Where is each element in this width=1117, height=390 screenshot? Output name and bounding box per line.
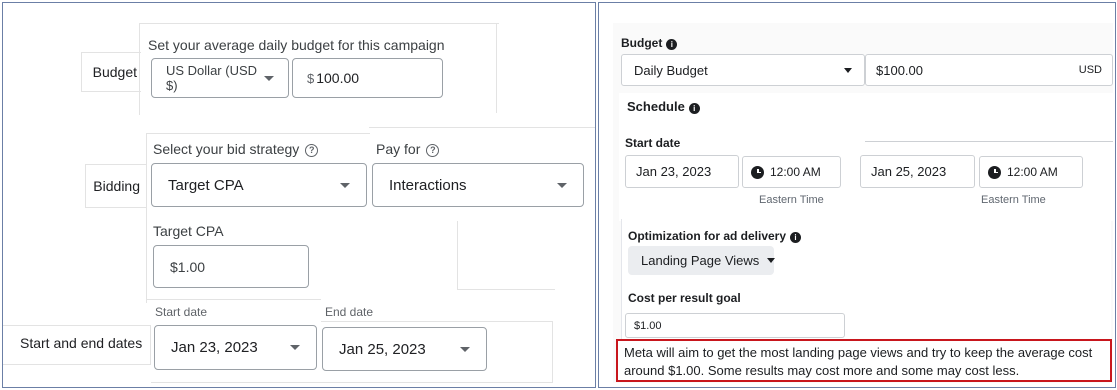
end-date-input[interactable]: Jan 25, 2023 — [860, 155, 975, 188]
end-time-value: 12:00 AM — [1007, 165, 1058, 179]
budget-heading: Set your average daily budget for this c… — [148, 37, 445, 53]
divider — [369, 127, 595, 128]
currency-code: USD — [1078, 64, 1102, 76]
divider — [146, 133, 147, 303]
divider — [150, 325, 151, 365]
start-date-value: Jan 23, 2023 — [171, 339, 258, 356]
divider — [321, 321, 553, 322]
bidding-row-label: Bidding — [93, 178, 140, 194]
divider — [85, 207, 147, 208]
divider — [139, 23, 499, 24]
divider — [81, 91, 141, 92]
meta-ads-panel: Budget i Daily Budget $100.00 USD Schedul… — [598, 2, 1116, 388]
target-cpa-value: $1.00 — [170, 258, 206, 275]
google-ads-panel: Budget Set your average daily budget for… — [2, 2, 596, 388]
chevron-down-icon — [460, 346, 470, 352]
divider — [139, 23, 140, 115]
target-cpa-label: Target CPA — [153, 223, 224, 239]
divider — [865, 141, 1113, 142]
divider — [151, 382, 553, 383]
chevron-down-icon — [290, 345, 300, 350]
divider — [496, 23, 497, 113]
start-time-value: 12:00 AM — [770, 165, 821, 179]
delivery-notice-text: Meta will aim to get the most landing pa… — [624, 345, 1093, 378]
divider — [81, 52, 141, 53]
divider — [3, 325, 151, 326]
chevron-down-icon — [340, 182, 350, 188]
budget-amount-value: $100.00 — [876, 62, 923, 78]
info-icon[interactable]: i — [790, 232, 802, 243]
cost-goal-value: $1.00 — [634, 319, 662, 332]
divider — [146, 133, 370, 134]
clock-icon — [751, 165, 764, 179]
chevron-down-icon — [767, 258, 776, 263]
start-date-heading: Start date — [625, 136, 681, 150]
end-date-dropdown[interactable]: Jan 25, 2023 — [322, 327, 487, 371]
budget-amount-value: 100.00 — [316, 70, 360, 86]
budget-amount-input[interactable]: $100.00 USD — [865, 54, 1113, 86]
start-timezone: Eastern Time — [759, 194, 824, 206]
cost-goal-input[interactable]: $1.00 — [625, 313, 845, 338]
clock-icon — [988, 165, 1001, 179]
currency-value: US Dollar (USD $) — [166, 63, 258, 93]
optimization-value: Landing Page Views — [641, 253, 760, 268]
dates-row-label: Start and end dates — [20, 335, 143, 351]
end-date-label: End date — [325, 305, 374, 319]
start-time-input[interactable]: 12:00 AM — [742, 156, 841, 188]
divider — [147, 299, 321, 300]
divider — [81, 52, 82, 92]
help-icon[interactable]: ? — [426, 144, 440, 157]
end-date-value: Jan 25, 2023 — [871, 164, 947, 179]
budget-type-value: Daily Budget — [634, 62, 708, 78]
help-icon[interactable]: ? — [305, 144, 319, 157]
start-date-dropdown[interactable]: Jan 23, 2023 — [154, 325, 317, 370]
bid-strategy-dropdown[interactable]: Target CPA — [151, 163, 367, 207]
target-cpa-input[interactable]: $1.00 — [153, 245, 309, 288]
bid-strategy-heading: Select your bid strategy? — [153, 141, 319, 157]
cost-goal-heading: Cost per result goal — [628, 291, 741, 305]
info-icon[interactable]: i — [688, 103, 700, 114]
divider — [85, 164, 86, 208]
chevron-down-icon — [844, 67, 852, 73]
delivery-notice: Meta will aim to get the most landing pa… — [616, 339, 1112, 382]
divider — [457, 289, 555, 290]
budget-amount-input[interactable]: $ 100.00 — [292, 58, 443, 98]
currency-symbol: $ — [307, 70, 315, 86]
optimization-heading: Optimization for ad delivery i — [628, 229, 802, 243]
start-date-label: Start date — [155, 305, 208, 319]
schedule-heading: Schedule i — [627, 99, 700, 114]
bid-strategy-value: Target CPA — [168, 176, 244, 194]
end-time-input[interactable]: 12:00 AM — [979, 156, 1083, 188]
optimization-dropdown[interactable]: Landing Page Views — [628, 246, 776, 275]
budget-row-label: Budget — [92, 64, 137, 80]
divider — [3, 364, 151, 365]
divider — [85, 164, 147, 165]
pay-for-dropdown[interactable]: Interactions — [372, 163, 584, 207]
end-timezone: Eastern Time — [981, 194, 1046, 206]
pay-for-heading: Pay for? — [376, 141, 440, 157]
chevron-down-icon — [264, 75, 274, 81]
info-icon[interactable]: i — [666, 39, 678, 50]
start-date-input[interactable]: Jan 23, 2023 — [625, 155, 739, 188]
budget-heading: Budget i — [621, 36, 678, 50]
start-date-value: Jan 23, 2023 — [636, 164, 712, 179]
budget-type-dropdown[interactable]: Daily Budget — [621, 54, 865, 86]
divider — [457, 221, 458, 289]
divider — [552, 321, 553, 383]
currency-dropdown[interactable]: US Dollar (USD $) — [151, 58, 289, 98]
chevron-down-icon — [557, 182, 567, 188]
pay-for-value: Interactions — [389, 176, 467, 194]
end-date-value: Jan 25, 2023 — [339, 340, 426, 358]
